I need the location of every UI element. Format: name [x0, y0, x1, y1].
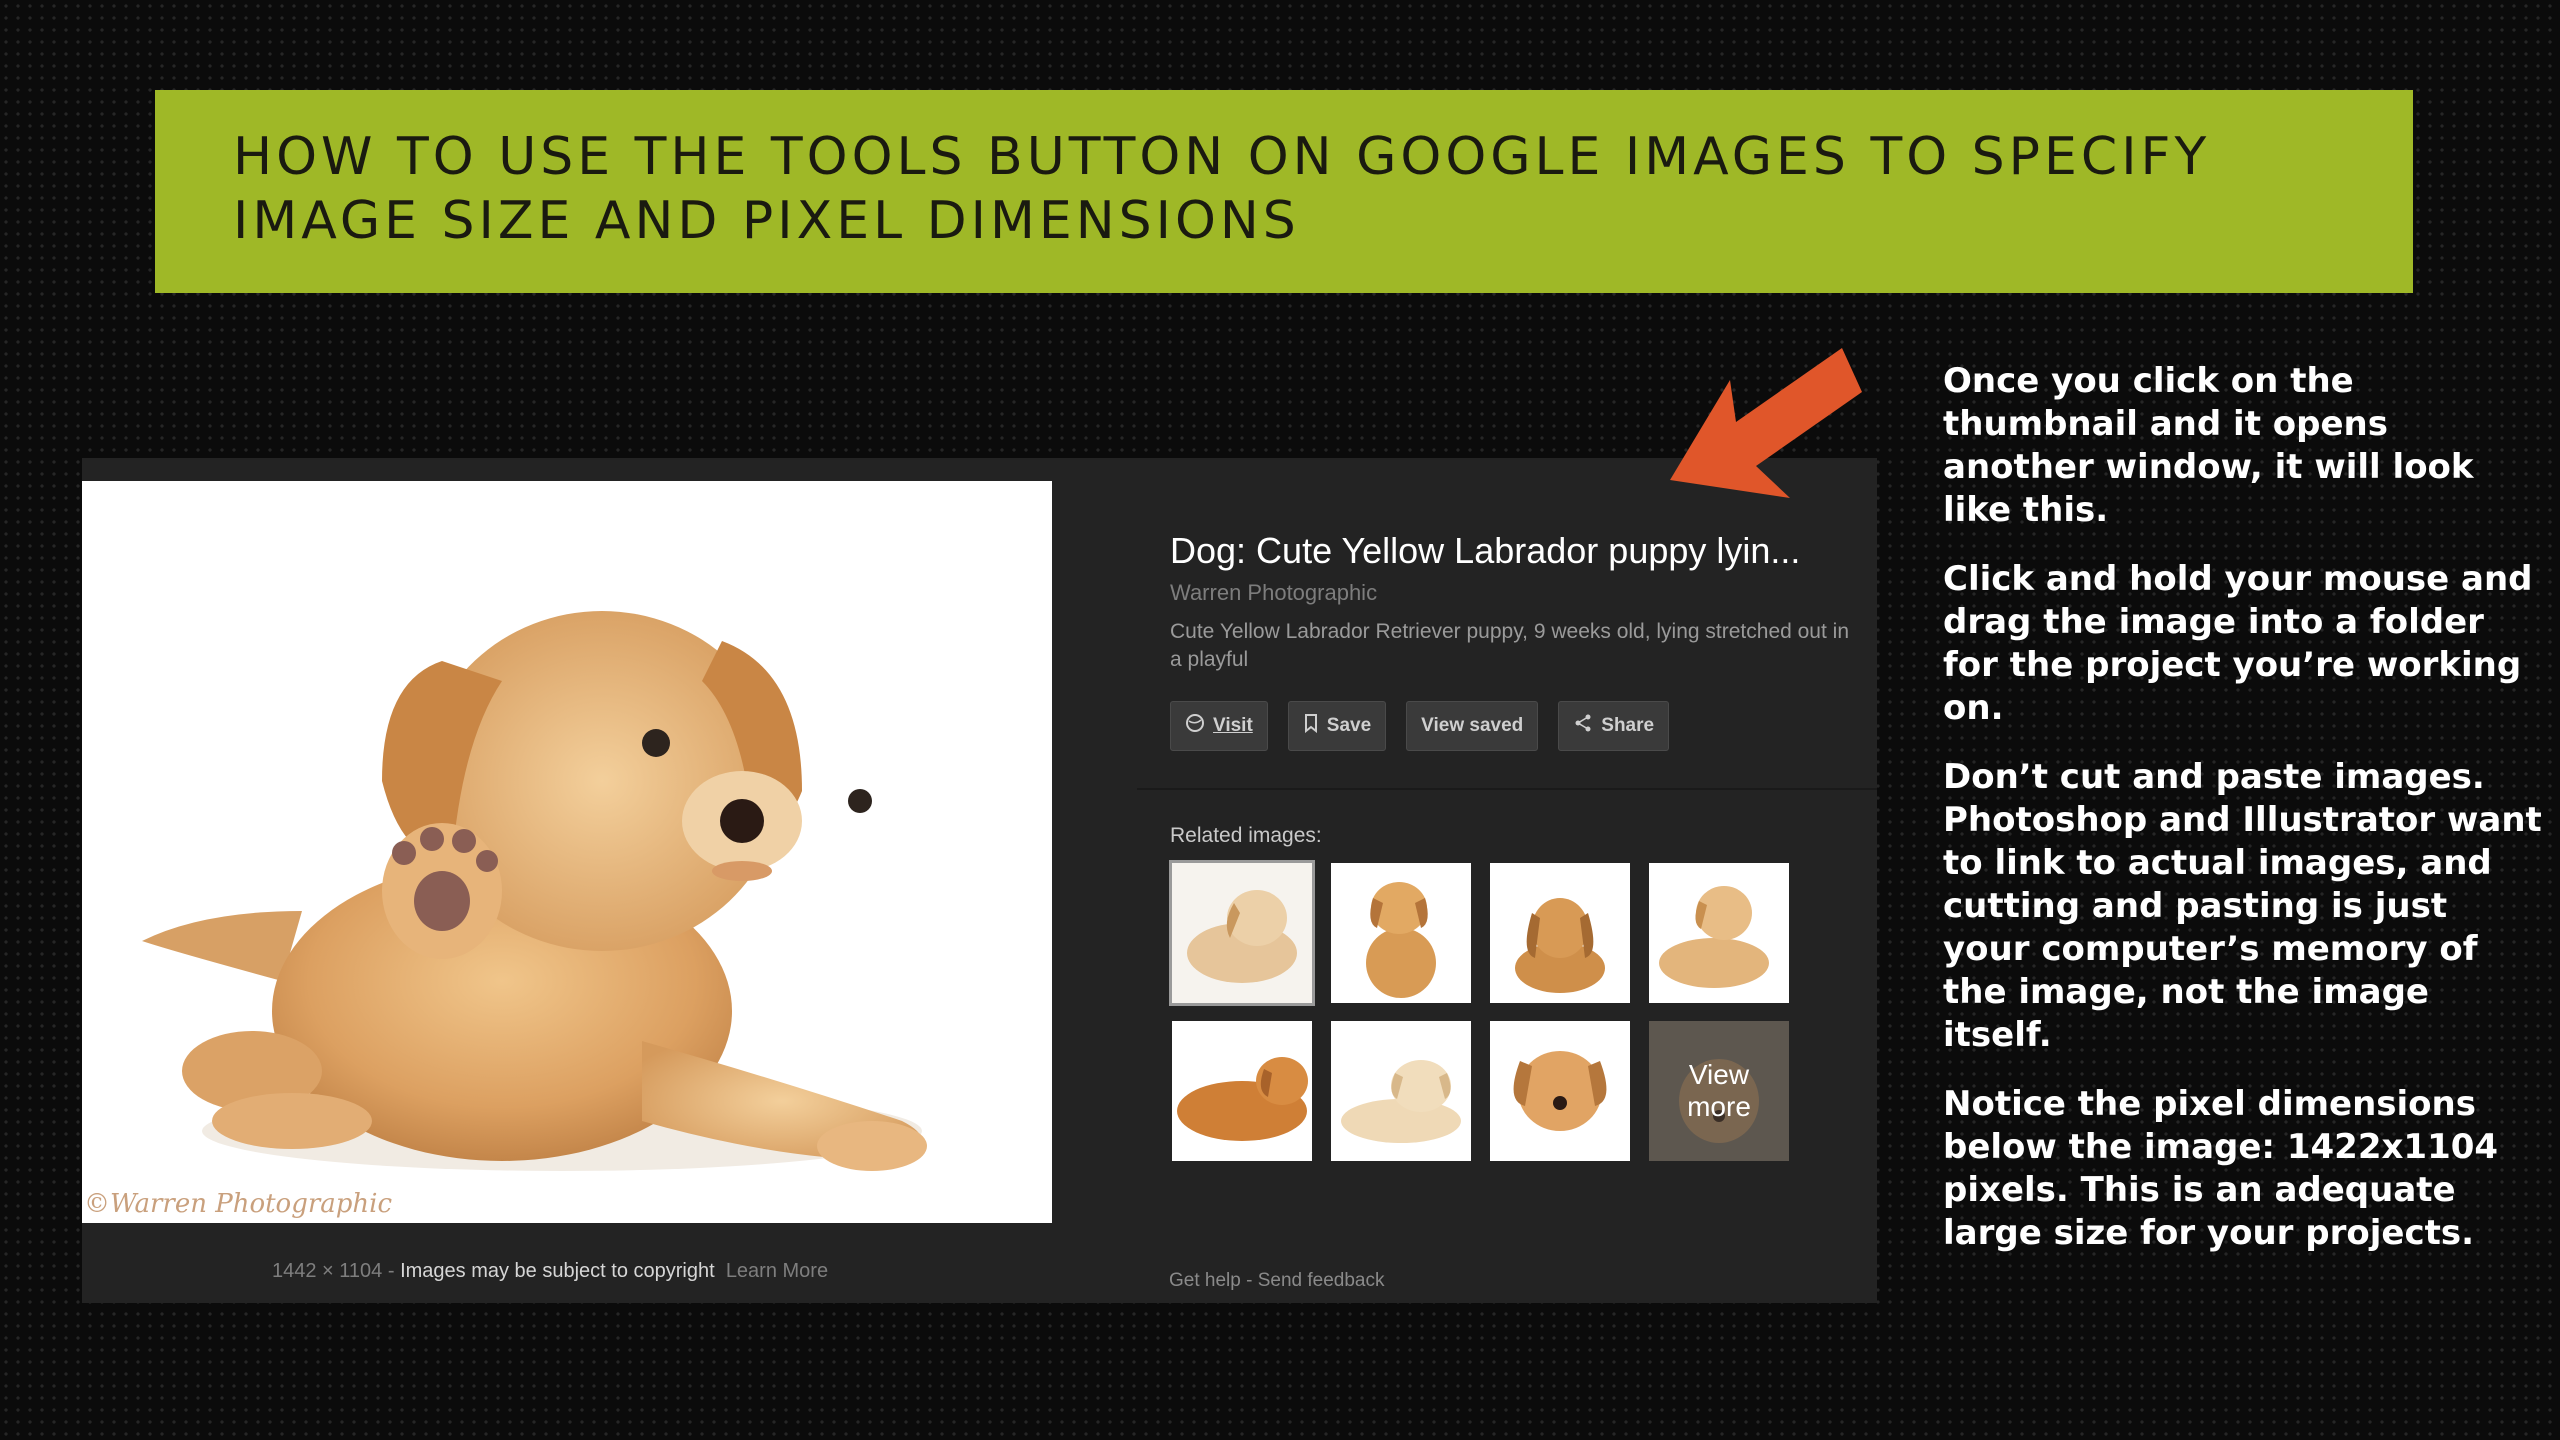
related-images-grid: View more	[1169, 860, 1789, 1161]
result-side-panel: Dog: Cute Yellow Labrador puppy lyin... …	[1137, 458, 1877, 1303]
related-images-label: Related images:	[1170, 824, 1322, 847]
globe-icon	[1185, 713, 1205, 739]
image-meta: 1442 × 1104 - Images may be subject to c…	[272, 1260, 828, 1283]
instruction-paragraph: Notice the pixel dimensions below the im…	[1943, 1084, 2499, 1253]
share-icon	[1573, 713, 1593, 739]
instructions-text: Once you click on the thumbnail and it o…	[1943, 360, 2543, 1281]
instruction-paragraph: Don’t cut and paste images. Photoshop an…	[1943, 757, 2542, 1055]
result-title[interactable]: Dog: Cute Yellow Labrador puppy lyin...	[1170, 530, 1800, 572]
instruction-paragraph: Once you click on the thumbnail and it o…	[1943, 361, 2474, 530]
title-line-2: IMAGE SIZE AND PIXEL DIMENSIONS	[233, 191, 1300, 251]
panel-footer: Get help - Send feedback	[1169, 1270, 1384, 1292]
share-button[interactable]: Share	[1558, 701, 1670, 751]
view-more-button[interactable]: View more	[1649, 1021, 1789, 1161]
bookmark-icon	[1303, 713, 1319, 739]
view-saved-label: View saved	[1421, 715, 1524, 736]
result-source[interactable]: Warren Photographic	[1170, 580, 1377, 606]
image-watermark: ©Warren Photographic	[84, 1189, 393, 1219]
related-thumbnail[interactable]	[1331, 863, 1471, 1003]
related-thumbnail[interactable]	[1331, 1021, 1471, 1161]
instruction-paragraph: Click and hold your mouse and drag the i…	[1943, 559, 2533, 728]
related-thumbnail[interactable]	[1490, 863, 1630, 1003]
footer-separator: -	[1240, 1270, 1258, 1291]
related-thumbnail[interactable]	[1490, 1021, 1630, 1161]
send-feedback-link[interactable]: Send feedback	[1258, 1270, 1385, 1291]
puppy-image[interactable]: ©Warren Photographic	[82, 481, 1052, 1223]
visit-label: Visit	[1213, 715, 1253, 736]
learn-more-link[interactable]: Learn More	[726, 1260, 828, 1282]
save-label: Save	[1326, 715, 1372, 736]
action-buttons: Visit Save View saved Share	[1170, 701, 1670, 751]
related-thumbnail[interactable]	[1169, 860, 1315, 1006]
google-images-screenshot: ©Warren Photographic 1442 × 1104 - Image…	[82, 458, 1877, 1303]
related-thumbnail[interactable]	[1649, 863, 1789, 1003]
result-description: Cute Yellow Labrador Retriever puppy, 9 …	[1170, 620, 1850, 671]
title-banner: HOW TO USE THE TOOLS BUTTON ON GOOGLE IM…	[155, 90, 2413, 293]
visit-button[interactable]: Visit	[1170, 701, 1268, 751]
related-thumbnail[interactable]	[1172, 1021, 1312, 1161]
image-dimensions: 1442 × 1104	[272, 1260, 383, 1282]
view-more-label: View more	[1687, 1059, 1751, 1122]
title-line-1: HOW TO USE THE TOOLS BUTTON ON GOOGLE IM…	[233, 127, 2211, 187]
view-saved-button[interactable]: View saved	[1406, 701, 1539, 751]
panel-divider	[1137, 788, 1877, 790]
share-label: Share	[1601, 715, 1655, 736]
pointer-arrow-icon	[1660, 340, 1870, 514]
meta-separator: -	[382, 1260, 401, 1282]
copyright-notice: Images may be subject to copyright	[400, 1260, 715, 1282]
save-button[interactable]: Save	[1287, 701, 1387, 751]
get-help-link[interactable]: Get help	[1169, 1270, 1241, 1291]
